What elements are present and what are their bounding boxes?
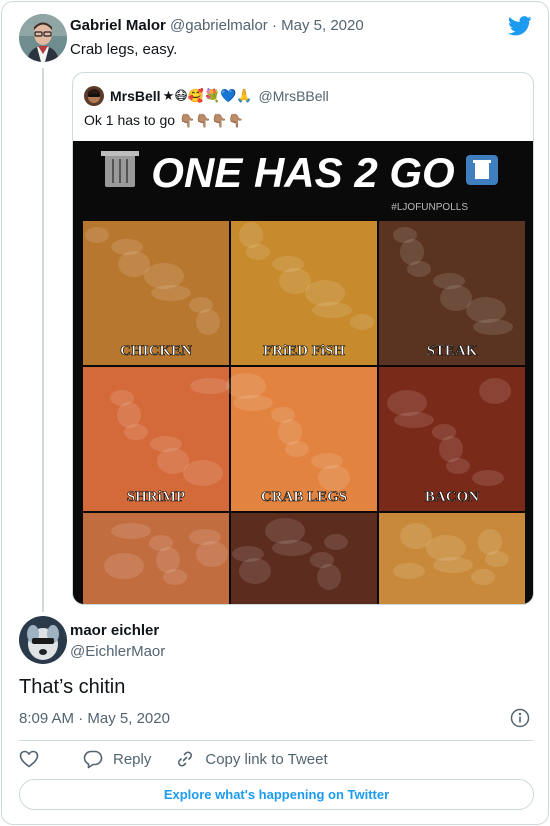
food-label: SHRiMP <box>127 489 185 505</box>
food-label: STEAK <box>427 343 478 359</box>
food-label: BACON <box>425 489 479 505</box>
tweet-header: Gabriel Malor @gabrielmalor · May 5, 202… <box>70 17 364 34</box>
reply-author-name[interactable]: maor eichler <box>70 622 159 639</box>
quoted-tweet-text: Ok 1 has to go 👇🏽👇🏽👇🏽👇🏽 <box>84 112 244 129</box>
tweet-date[interactable]: May 5, 2020 <box>281 17 364 34</box>
food-cell: SHRiMP <box>83 367 230 511</box>
food-cell <box>83 513 229 604</box>
food-cell: CRAB LEGS <box>226 367 377 511</box>
food-cell: CHICKEN <box>83 221 229 365</box>
reply-text: That’s chitin <box>19 676 126 698</box>
poll-title: ONE HAS 2 GO <box>151 149 454 196</box>
quoted-tweet[interactable]: MrsBell ★😷🥰💐💙🙏 @MrsBBell Ok 1 has to go 👇… <box>72 72 534 605</box>
divider <box>19 740 533 741</box>
author-name[interactable]: Gabriel Malor <box>70 17 166 34</box>
quoted-author-handle: @MrsBBell <box>258 88 329 104</box>
trash-can-icon <box>101 151 139 187</box>
explore-button[interactable]: Explore what's happening on Twitter <box>19 779 534 810</box>
author-handle[interactable]: @gabrielmalor <box>170 17 268 34</box>
food-cell <box>231 513 377 604</box>
food-poll-image[interactable]: ONE HAS 2 GO #LJOFUNPOLLS CHICKEN FRiED F… <box>73 141 533 605</box>
like-button[interactable] <box>19 750 49 768</box>
pointing-down-emojis: 👇🏽👇🏽👇🏽👇🏽 <box>179 113 244 128</box>
separator-dot: · <box>271 17 277 34</box>
food-grid: CHICKEN FRiED FiSH STEAK SHRiMP CRAB LEGS BAC… <box>83 221 525 604</box>
food-cell: BACON <box>379 367 525 511</box>
link-icon <box>178 751 193 767</box>
action-bar: Reply Copy link to Tweet <box>19 748 328 770</box>
quoted-author-name: MrsBell <box>110 88 161 104</box>
avatar-sunglasses-icon <box>84 86 104 106</box>
reply-author-handle[interactable]: @EichlerMaor <box>70 643 165 660</box>
tweet-text: Crab legs, easy. <box>70 41 178 58</box>
food-cell: STEAK <box>379 221 525 365</box>
twitter-bird-icon[interactable] <box>508 16 532 36</box>
reply-avatar[interactable] <box>19 616 67 664</box>
food-cell: FRiED FiSH <box>231 221 377 365</box>
avatar-dog-icon <box>19 616 67 664</box>
quoted-text: Ok 1 has to go <box>84 112 176 128</box>
reply-date: May 5, 2020 <box>87 710 170 727</box>
reply-timestamp[interactable]: 8:09 AM · May 5, 2020 <box>19 710 170 727</box>
quoted-avatar <box>84 86 104 106</box>
heart-icon <box>19 750 39 768</box>
avatar-man-glasses-icon <box>19 14 67 62</box>
food-label: FRiED FiSH <box>263 343 345 359</box>
info-icon[interactable] <box>510 708 530 728</box>
reply-bubble-icon <box>83 750 103 769</box>
thread-line <box>42 68 44 612</box>
food-cell <box>379 513 525 604</box>
food-label: CHICKEN <box>120 343 192 359</box>
recycle-bin-icon <box>466 155 498 185</box>
embedded-tweet-card: Gabriel Malor @gabrielmalor · May 5, 202… <box>1 1 549 825</box>
reply-time: 8:09 AM <box>19 710 75 727</box>
food-label: CRAB LEGS <box>261 489 347 505</box>
reply-button[interactable]: Reply <box>83 749 151 769</box>
name-emojis: ★😷🥰💐💙🙏 <box>162 88 253 103</box>
reply-label: Reply <box>113 750 152 768</box>
poll-hashtag: #LJOFUNPOLLS <box>391 202 468 213</box>
quoted-tweet-header: MrsBell ★😷🥰💐💙🙏 @MrsBBell <box>84 86 329 106</box>
copy-link-label: Copy link to Tweet <box>205 750 328 768</box>
copy-link-button[interactable]: Copy link to Tweet <box>175 749 328 769</box>
avatar[interactable] <box>19 14 67 62</box>
separator-dot: · <box>78 710 84 727</box>
